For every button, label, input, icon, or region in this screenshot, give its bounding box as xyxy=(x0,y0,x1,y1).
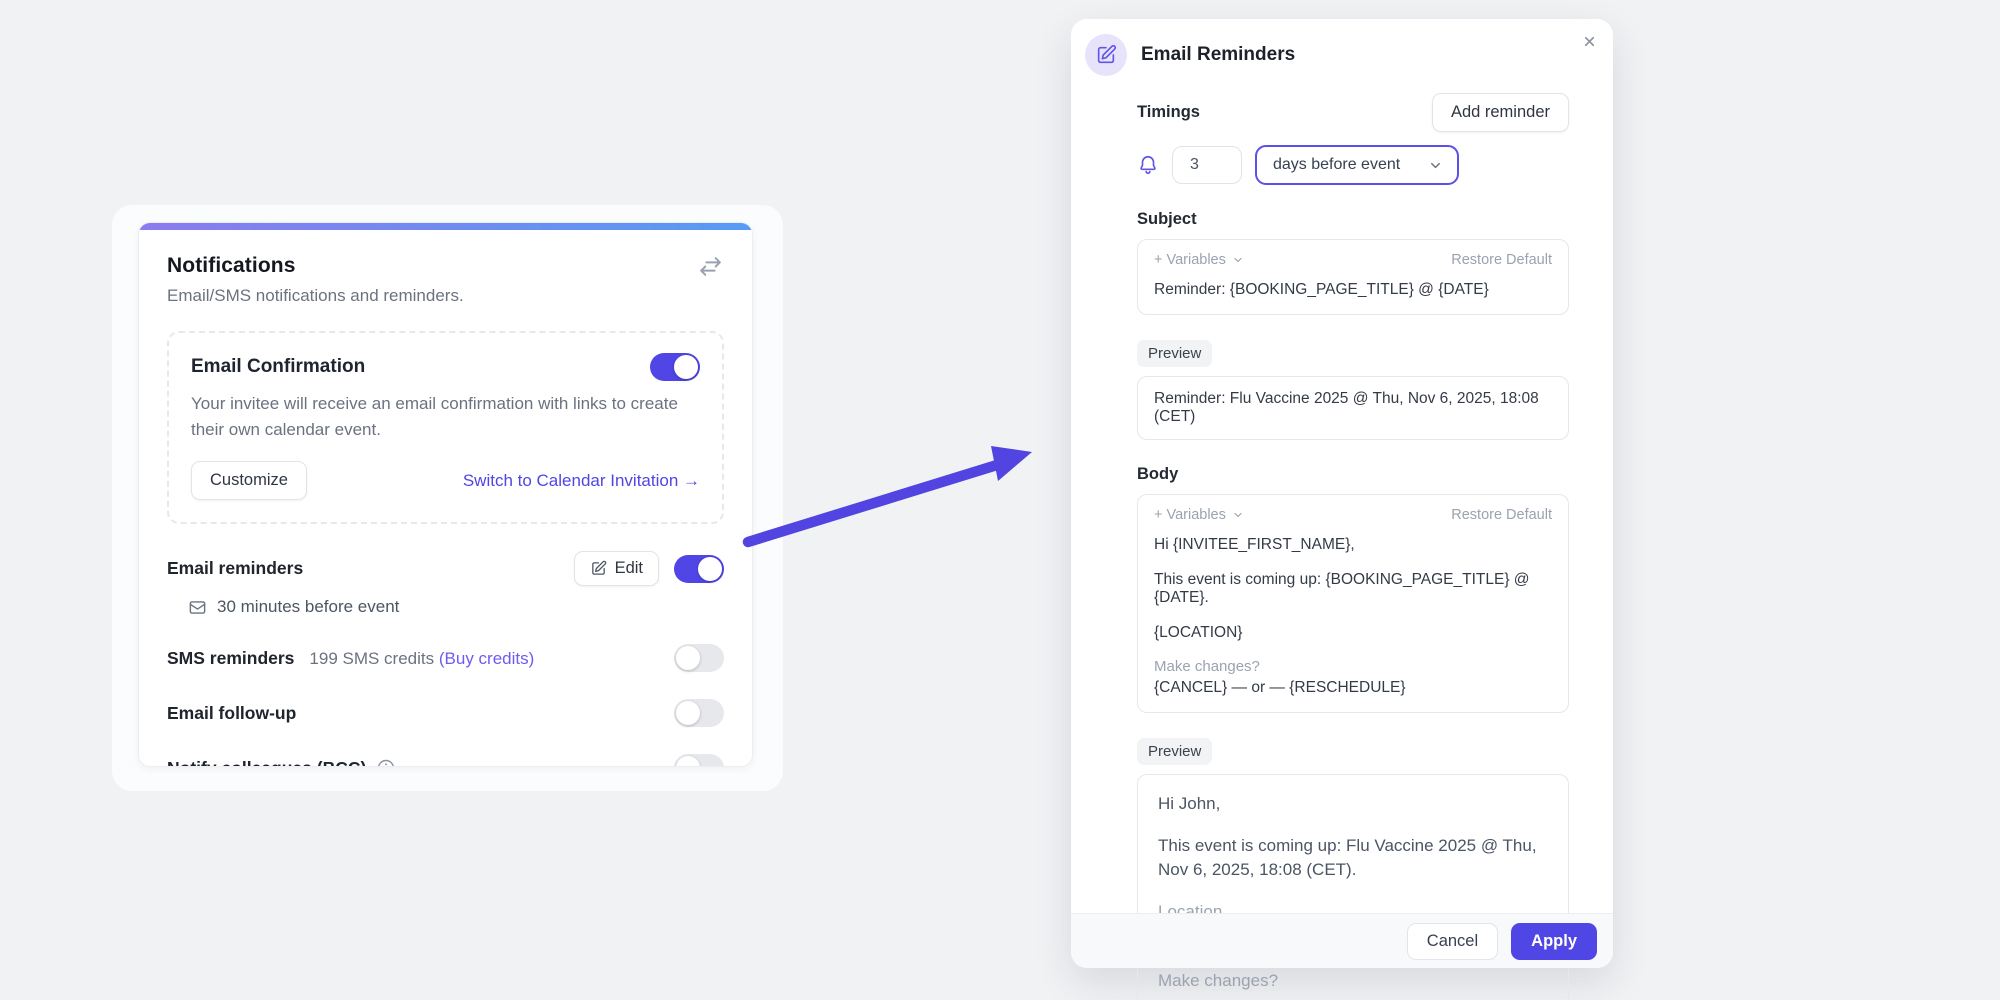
subject-variables-dropdown[interactable]: + Variables xyxy=(1154,252,1244,268)
email-reminders-label: Email reminders xyxy=(167,558,304,578)
edit-button-label: Edit xyxy=(614,559,643,577)
body-restore-default-link[interactable]: Restore Default xyxy=(1451,507,1552,523)
info-icon[interactable] xyxy=(376,758,396,766)
variables-label: + Variables xyxy=(1154,252,1226,268)
email-confirmation-toggle[interactable] xyxy=(650,353,700,381)
body-line-1[interactable]: This event is coming up: {BOOKING_PAGE_T… xyxy=(1154,571,1552,607)
body-line-2[interactable]: {LOCATION} xyxy=(1154,624,1552,642)
body-variables-dropdown[interactable]: + Variables xyxy=(1154,507,1244,523)
email-reminder-schedule: 30 minutes before event xyxy=(188,597,724,617)
email-confirmation-section: Email Confirmation Your invitee will rec… xyxy=(167,331,724,524)
chevron-down-icon xyxy=(1428,158,1443,173)
notifications-subtitle: Email/SMS notifications and reminders. xyxy=(167,286,464,305)
email-confirmation-title: Email Confirmation xyxy=(191,356,366,377)
edit-reminders-button[interactable]: Edit xyxy=(573,551,659,586)
close-icon[interactable] xyxy=(1575,27,1603,55)
email-follow-up-row: Email follow-up xyxy=(167,699,724,727)
buy-credits-link[interactable]: (Buy credits) xyxy=(439,649,534,668)
preview-greeting: Hi John, xyxy=(1158,794,1221,813)
body-links-line[interactable]: {CANCEL} — or — {RESCHEDULE} xyxy=(1154,679,1552,697)
bell-icon xyxy=(1137,154,1159,176)
connector-arrow xyxy=(742,446,1032,548)
notifications-panel-container: Notifications Email/SMS notifications an… xyxy=(112,205,783,791)
notify-colleagues-row: Notify colleagues (BCC) xyxy=(167,754,724,767)
switch-to-calendar-invitation-link[interactable]: Switch to Calendar Invitation → xyxy=(463,471,700,491)
subject-restore-default-link[interactable]: Restore Default xyxy=(1451,252,1552,268)
body-label: Body xyxy=(1137,465,1179,483)
sms-reminders-label: SMS reminders xyxy=(167,647,295,668)
subject-preview-text: Reminder: Flu Vaccine 2025 @ Thu, Nov 6,… xyxy=(1154,390,1539,425)
toggle-knob xyxy=(676,646,700,670)
preview-line: This event is coming up: Flu Vaccine 202… xyxy=(1158,836,1537,880)
body-make-changes[interactable]: Make changes? xyxy=(1154,658,1552,675)
timing-unit-value: days before event xyxy=(1273,156,1401,173)
email-follow-up-label: Email follow-up xyxy=(167,702,297,723)
notify-colleagues-label: Notify colleagues (BCC) xyxy=(167,758,366,767)
notify-colleagues-toggle[interactable] xyxy=(674,754,724,766)
notifications-title: Notifications xyxy=(167,254,296,277)
chevron-down-icon xyxy=(1232,254,1244,266)
email-follow-up-toggle[interactable] xyxy=(674,699,724,727)
apply-button[interactable]: Apply xyxy=(1511,922,1597,960)
add-reminder-button[interactable]: Add reminder xyxy=(1431,93,1569,132)
body-preview-badge: Preview xyxy=(1137,738,1213,765)
notifications-card: Notifications Email/SMS notifications an… xyxy=(138,222,753,767)
card-accent-gradient-bar xyxy=(139,223,752,230)
app-background: Notifications Email/SMS notifications an… xyxy=(0,0,2000,1000)
body-editor-box: + Variables Restore Default Hi {INVITEE_… xyxy=(1137,494,1569,713)
body-greeting[interactable]: Hi {INVITEE_FIRST_NAME}, xyxy=(1154,536,1552,554)
editor-footer: Cancel Apply xyxy=(1071,913,1613,968)
subject-template-text[interactable]: Reminder: {BOOKING_PAGE_TITLE} @ {DATE} xyxy=(1154,281,1552,299)
subject-preview-badge: Preview xyxy=(1137,340,1213,367)
sms-reminders-toggle[interactable] xyxy=(674,644,724,672)
email-reminders-row: Email reminders Edit xyxy=(167,551,724,586)
toggle-knob xyxy=(674,355,698,379)
subject-preview-box: Reminder: Flu Vaccine 2025 @ Thu, Nov 6,… xyxy=(1137,376,1569,440)
edit-note-icon xyxy=(1085,34,1127,76)
customize-button[interactable]: Customize xyxy=(191,461,307,500)
editor-title: Email Reminders xyxy=(1141,44,1296,65)
cancel-button[interactable]: Cancel xyxy=(1406,922,1499,960)
toggle-knob xyxy=(676,701,700,725)
timing-unit-select[interactable]: days before event xyxy=(1255,145,1460,185)
email-reminders-editor-panel: Email Reminders Timings Add reminder day… xyxy=(1071,19,1613,1000)
reminder-count-input[interactable] xyxy=(1172,146,1242,184)
schedule-text: 30 minutes before event xyxy=(217,597,400,616)
preview-make-changes: Make changes? xyxy=(1158,970,1279,990)
chevron-down-icon xyxy=(1232,509,1244,521)
sms-reminders-row: SMS reminders 199 SMS credits (Buy credi… xyxy=(167,644,724,672)
toggle-knob xyxy=(676,756,700,766)
swap-horizontal-icon[interactable] xyxy=(697,256,724,277)
timings-label: Timings xyxy=(1137,103,1200,121)
sms-credits-text: 199 SMS credits xyxy=(309,648,435,668)
subject-label: Subject xyxy=(1137,210,1197,228)
subject-editor-box: + Variables Restore Default Reminder: {B… xyxy=(1137,239,1569,315)
email-confirmation-description: Your invitee will receive an email confi… xyxy=(191,394,678,439)
envelope-icon xyxy=(188,598,207,617)
variables-label: + Variables xyxy=(1154,507,1226,523)
pencil-icon xyxy=(590,560,607,577)
